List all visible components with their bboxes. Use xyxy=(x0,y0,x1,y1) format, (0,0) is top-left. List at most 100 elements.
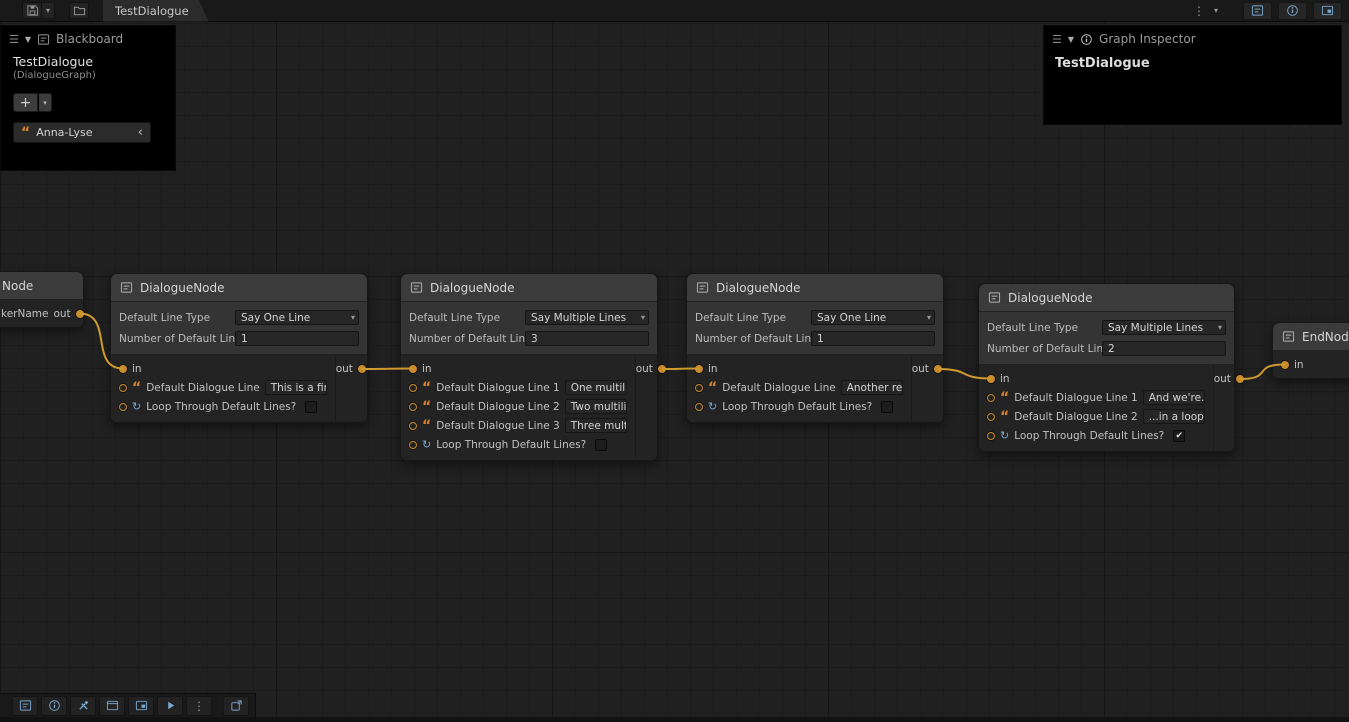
field-label: Number of Default Lines xyxy=(119,333,235,345)
node-title-bar[interactable]: EndNode xyxy=(1273,323,1349,351)
end-node[interactable]: EndNode in xyxy=(1272,322,1349,379)
dialogue-node-2[interactable]: DialogueNode Default Line Type Say Multi… xyxy=(400,273,658,461)
toggle-blackboard-button[interactable] xyxy=(1243,2,1272,20)
line-type-dropdown[interactable]: Say One Line ▾ xyxy=(235,310,359,325)
chevron-down-icon: ▾ xyxy=(43,99,47,107)
toolbar-more-button[interactable]: ⋮ xyxy=(1189,2,1209,19)
dialogue-line-input[interactable]: Three multili xyxy=(565,418,627,433)
loop-port[interactable] xyxy=(987,432,995,440)
node-title-bar[interactable]: DialogueNode xyxy=(979,284,1234,312)
save-options-button[interactable]: ▾ xyxy=(42,2,55,19)
blackboard-icon xyxy=(37,33,50,46)
dialogue-node-1[interactable]: DialogueNode Default Line Type Say One L… xyxy=(110,273,368,423)
hamburger-icon[interactable]: ☰ xyxy=(1052,33,1062,46)
loop-checkbox[interactable] xyxy=(305,401,317,413)
blackboard-button[interactable] xyxy=(128,696,154,716)
blackboard-property-pill[interactable]: “ Anna-Lyse ‹ xyxy=(13,122,151,143)
line-count-input[interactable]: 2 xyxy=(1102,341,1226,356)
output-port[interactable] xyxy=(76,310,84,318)
port-label: out xyxy=(1214,373,1231,385)
open-external-button[interactable] xyxy=(223,696,249,716)
inspector-button[interactable] xyxy=(41,696,67,716)
loop-checkbox[interactable]: ✔ xyxy=(1173,430,1185,442)
line-port[interactable] xyxy=(409,403,417,411)
node-title-bar[interactable]: Node xyxy=(0,272,83,300)
line-port[interactable] xyxy=(695,384,703,392)
loop-port[interactable] xyxy=(119,403,127,411)
hamburger-icon[interactable]: ☰ xyxy=(9,33,19,46)
console-icon xyxy=(19,699,32,712)
line-port[interactable] xyxy=(987,394,995,402)
node-title-bar[interactable]: DialogueNode xyxy=(111,274,367,302)
field-label: Default Line Type xyxy=(409,312,525,324)
more-button[interactable]: ⋮ xyxy=(186,696,212,716)
input-port[interactable] xyxy=(409,365,417,373)
console-button[interactable] xyxy=(12,696,38,716)
output-port[interactable] xyxy=(358,365,366,373)
blackboard-header[interactable]: ☰ ▼ Blackboard xyxy=(1,26,175,52)
property-row: Number of Default Lines 1 xyxy=(111,328,367,349)
property-row: Number of Default Lines 2 xyxy=(979,338,1234,359)
blackboard-graph-name: TestDialogue xyxy=(1,52,175,69)
node-title-bar[interactable]: DialogueNode xyxy=(687,274,943,302)
line-type-dropdown[interactable]: Say Multiple Lines ▾ xyxy=(1102,320,1226,335)
loop-port[interactable] xyxy=(695,403,703,411)
toolbar-dropdown-button[interactable]: ▾ xyxy=(1209,2,1223,19)
dialogue-node-icon xyxy=(410,281,423,294)
output-port[interactable] xyxy=(658,365,666,373)
save-button[interactable] xyxy=(22,2,42,19)
open-asset-button[interactable] xyxy=(69,2,89,19)
loop-port[interactable] xyxy=(409,441,417,449)
tools-button[interactable] xyxy=(70,696,96,716)
toggle-minimap-button[interactable] xyxy=(1313,2,1342,20)
field-label: Default Line Type xyxy=(119,312,235,324)
graph-tab[interactable]: TestDialogue xyxy=(103,0,209,22)
dialogue-line-input[interactable]: This is a first xyxy=(265,380,327,395)
play-button[interactable] xyxy=(157,696,183,716)
dialogue-line-input[interactable]: Two multiline xyxy=(565,399,627,414)
line-count-input[interactable]: 3 xyxy=(525,331,649,346)
line-port[interactable] xyxy=(409,384,417,392)
port-label: in xyxy=(132,363,142,375)
loop-row: ↻ Loop Through Default Lines? xyxy=(111,397,335,416)
line-port[interactable] xyxy=(987,413,995,421)
loop-checkbox[interactable] xyxy=(881,401,893,413)
dialogue-node-4[interactable]: DialogueNode Default Line Type Say Multi… xyxy=(978,283,1235,452)
input-port[interactable] xyxy=(987,375,995,383)
dialogue-line-input[interactable]: And we're... xyxy=(1143,390,1205,405)
dialogue-line-input[interactable]: ...in a loop xyxy=(1143,409,1205,424)
node-title: Node xyxy=(2,279,33,293)
line-port[interactable] xyxy=(409,422,417,430)
inspector-header[interactable]: ☰ ▼ Graph Inspector xyxy=(1044,26,1341,52)
add-property-options-button[interactable]: ▾ xyxy=(39,93,52,112)
line-count-input[interactable]: 1 xyxy=(235,331,359,346)
toolbar-right-group: ⋮ ▾ xyxy=(1189,2,1342,20)
line-type-dropdown[interactable]: Say Multiple Lines ▾ xyxy=(525,310,649,325)
collapse-arrow-icon[interactable]: ▼ xyxy=(1068,35,1074,44)
line-count-input[interactable]: 1 xyxy=(811,331,935,346)
input-port[interactable] xyxy=(1281,361,1289,369)
end-node-icon xyxy=(1282,330,1295,343)
input-port[interactable] xyxy=(695,365,703,373)
line-type-dropdown[interactable]: Say One Line ▾ xyxy=(811,310,935,325)
dialogue-node-3[interactable]: DialogueNode Default Line Type Say One L… xyxy=(686,273,944,423)
loop-checkbox[interactable] xyxy=(595,439,607,451)
speaker-node[interactable]: Node kerName out xyxy=(0,271,84,328)
window-button[interactable] xyxy=(99,696,125,716)
toggle-inspector-button[interactable] xyxy=(1278,2,1307,20)
dialogue-line-input[interactable]: One multiline xyxy=(565,380,627,395)
blackboard-icon xyxy=(1251,4,1264,17)
dialogue-line-input[interactable]: Another regu xyxy=(841,380,903,395)
loop-icon: ↻ xyxy=(1000,430,1009,441)
field-label: Default Line Type xyxy=(987,322,1102,334)
add-property-button[interactable]: + xyxy=(13,93,38,112)
input-port[interactable] xyxy=(119,365,127,373)
line-label: Default Dialogue Line 1 xyxy=(1014,392,1138,404)
output-port[interactable] xyxy=(1236,375,1244,383)
node-title-bar[interactable]: DialogueNode xyxy=(401,274,657,302)
collapse-arrow-icon[interactable]: ▼ xyxy=(25,35,31,44)
collapse-chevron-icon[interactable]: ‹ xyxy=(138,128,143,138)
line-port[interactable] xyxy=(119,384,127,392)
output-port[interactable] xyxy=(934,365,942,373)
line-label: Default Dialogue Line 2 xyxy=(436,401,560,413)
